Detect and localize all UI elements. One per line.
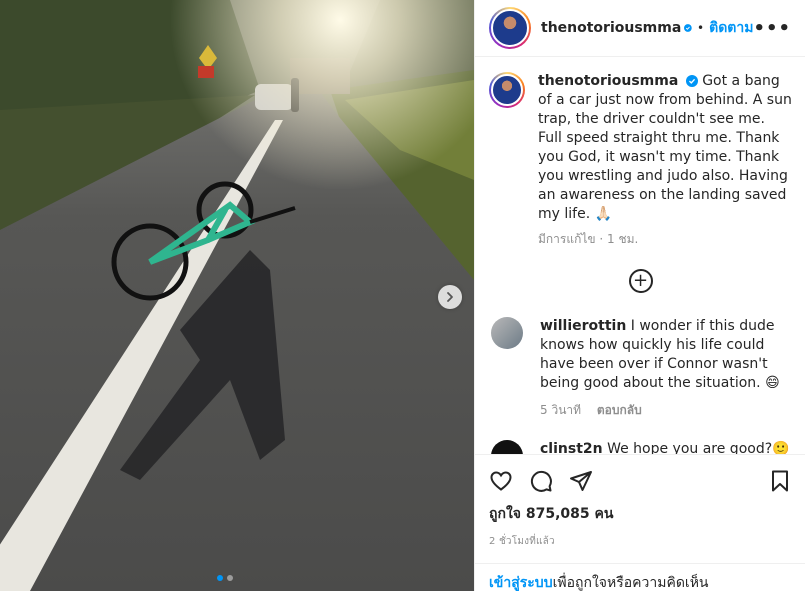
caption-meta: มีการแก้ไข · 1 ชม. — [538, 232, 639, 246]
comment-time: 5 วินาที — [540, 403, 582, 417]
verified-badge-icon — [685, 75, 698, 87]
next-photo-button[interactable] — [438, 285, 462, 309]
load-more-comments: + — [489, 269, 792, 293]
carousel-dot-active — [217, 575, 223, 581]
caption-text: Got a bang of a car just now from behind… — [538, 73, 792, 222]
more-options-icon[interactable]: ••• — [753, 18, 791, 39]
post-actions: ถูกใจ 875,085 คน 2 ชั่วโมงที่แล้ว — [475, 454, 805, 549]
add-circle-icon[interactable]: + — [628, 269, 653, 293]
comment-item: willierottin I wonder if this dude knows… — [489, 317, 792, 420]
separator-dot: • — [697, 21, 705, 35]
share-icon[interactable] — [569, 469, 593, 493]
author-username[interactable]: thenotoriousmma — [541, 20, 681, 36]
comment-item: clinst2n We hope you are good?🙂 — [489, 440, 792, 454]
login-prompt: เข้าสู่ระบบเพื่อถูกใจหรือความคิดเห็น — [475, 563, 805, 591]
commenter-avatar[interactable] — [491, 440, 523, 454]
caption-avatar[interactable] — [489, 72, 525, 108]
commenter-avatar[interactable] — [491, 317, 523, 349]
next-arrow-icon — [447, 292, 453, 302]
comment-username[interactable]: willierottin — [540, 318, 626, 334]
author-avatar[interactable] — [489, 7, 531, 49]
follow-button[interactable]: ติดตาม — [709, 17, 753, 39]
post-photo — [0, 0, 474, 591]
post-header: thenotoriousmma • ติดตาม ••• — [475, 0, 805, 57]
caption-username[interactable]: thenotoriousmma — [538, 73, 678, 89]
posted-time: 2 ชั่วโมงที่แล้ว — [489, 536, 555, 547]
bookmark-icon[interactable] — [768, 469, 792, 493]
caption: thenotoriousmma Got a bang of a car just… — [489, 72, 792, 249]
road-bicycle-image — [0, 0, 474, 591]
comment-username[interactable]: clinst2n — [540, 441, 603, 454]
verified-badge-icon — [684, 24, 693, 32]
heart-icon[interactable] — [489, 469, 513, 493]
post-sidebar: thenotoriousmma • ติดตาม ••• thenotoriou… — [474, 0, 805, 591]
login-prompt-text: เพื่อถูกใจหรือความคิดเห็น — [552, 575, 709, 591]
comments-area: thenotoriousmma Got a bang of a car just… — [475, 58, 805, 454]
carousel-dot — [227, 575, 233, 581]
likes-count[interactable]: ถูกใจ 875,085 คน — [489, 503, 792, 525]
comment-text: We hope you are good?🙂 — [607, 441, 790, 454]
comment-icon[interactable] — [529, 469, 553, 493]
carousel-dots — [217, 575, 233, 581]
reply-button[interactable]: ตอบกลับ — [597, 403, 642, 417]
login-link[interactable]: เข้าสู่ระบบ — [489, 575, 553, 591]
